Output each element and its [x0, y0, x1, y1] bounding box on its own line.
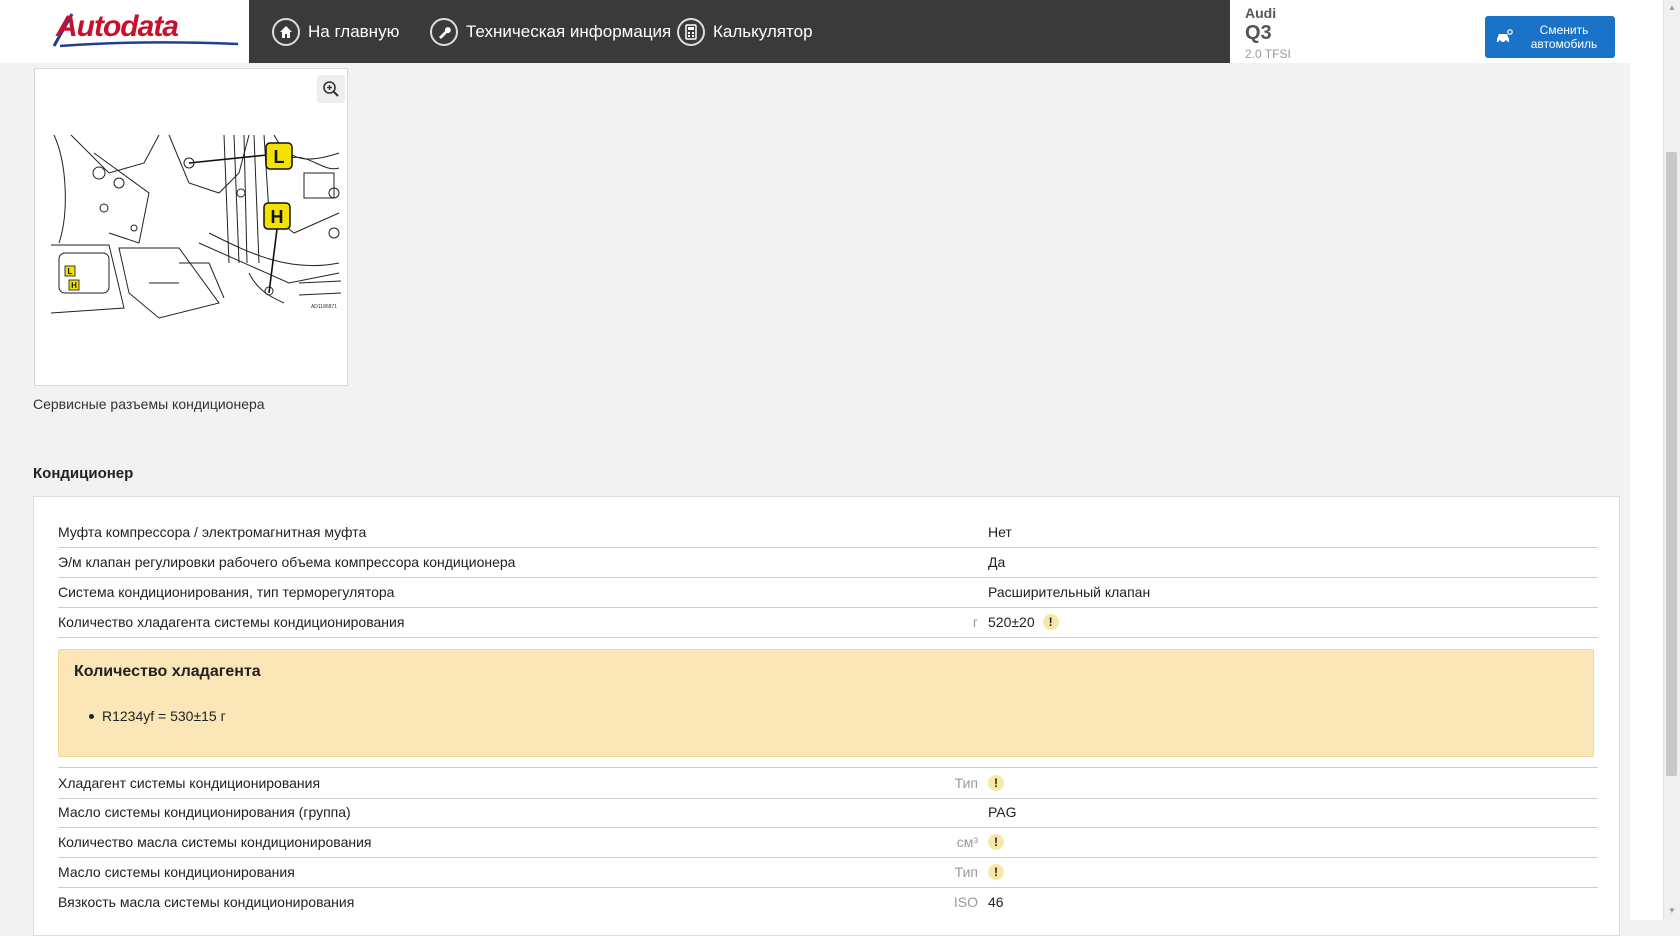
nav-tech-info-label: Техническая информация	[466, 21, 672, 41]
scroll-down-icon[interactable]: ▼	[1667, 906, 1677, 916]
warning-icon[interactable]: !	[988, 864, 1004, 880]
vehicle-engine: 2.0 TFSI	[1245, 47, 1291, 61]
row-unit: Тип	[954, 775, 978, 791]
table-row: Хладагент системы кондиционирования Тип …	[58, 767, 1598, 799]
row-label: Муфта компрессора / электромагнитная муф…	[58, 524, 367, 540]
row-label: Количество хладагента системы кондициони…	[58, 614, 405, 630]
diagram-caption: Сервисные разъемы кондиционера	[33, 396, 265, 412]
row-label: Система кондиционирования, тип терморегу…	[58, 584, 395, 600]
car-icon	[1497, 29, 1513, 44]
warning-icon[interactable]: !	[1042, 614, 1059, 630]
row-unit: см³	[956, 834, 978, 850]
row-value: !	[988, 834, 1004, 850]
row-label: Вязкость масла системы кондиционирования	[58, 894, 355, 910]
row-label: Количество масла системы кондиционирован…	[58, 834, 372, 850]
scroll-thumb[interactable]	[1666, 152, 1677, 776]
warning-icon[interactable]: !	[988, 775, 1004, 791]
scroll-up-icon[interactable]: ▲	[1667, 3, 1677, 13]
row-value: Расширительный клапан	[988, 584, 1151, 600]
row-label: Хладагент системы кондиционирования	[58, 775, 321, 791]
logo-text: Autodata	[56, 10, 179, 43]
warning-icon[interactable]: !	[988, 834, 1004, 850]
ac-service-ports-diagram: L H L H AD1186871	[50, 134, 342, 319]
note-item-text: R1234yf = 530±15 г	[102, 708, 226, 724]
list-item: R1234yf = 530±15 г	[89, 708, 226, 724]
note-title: Количество хладагента	[74, 663, 261, 680]
mini-callout-H-text: H	[71, 281, 77, 290]
callout-L-text: L	[274, 147, 285, 167]
change-vehicle-label: Сменить автомобиль	[1530, 23, 1598, 51]
calculator-icon	[677, 17, 705, 46]
mini-callout-L-text: L	[68, 267, 73, 276]
row-unit: Тип	[954, 864, 978, 880]
nav-home[interactable]: На главную	[272, 0, 399, 63]
nav-tech-info[interactable]: Техническая информация	[430, 0, 671, 63]
callout-H-text: H	[271, 207, 284, 227]
zoom-button[interactable]	[317, 75, 345, 103]
table-row: Количество масла системы кондиционирован…	[58, 827, 1598, 858]
vertical-scrollbar[interactable]: ▲ ▼	[1663, 0, 1680, 920]
vehicle-panel: Audi Q3 2.0 TFSI Сменить автомобиль	[1230, 0, 1630, 63]
row-value: Да	[988, 554, 1006, 570]
table-row: Вязкость масла системы кондиционирования…	[58, 887, 1598, 917]
specs-table: Муфта компрессора / электромагнитная муф…	[33, 496, 1620, 936]
row-value: Нет	[988, 524, 1012, 540]
table-row: Система кондиционирования, тип терморегу…	[58, 577, 1598, 608]
section-title: Кондиционер	[33, 465, 134, 482]
table-row: Масло системы кондиционирования Тип !	[58, 857, 1598, 888]
vehicle-model: Q3	[1245, 22, 1272, 44]
row-label: Масло системы кондиционирования	[58, 864, 295, 880]
row-unit: ISO	[953, 894, 978, 910]
vehicle-make: Audi	[1245, 5, 1277, 21]
table-row: Муфта компрессора / электромагнитная муф…	[58, 517, 1598, 548]
wrench-icon	[430, 17, 458, 46]
row-value: !	[988, 775, 1004, 791]
table-row: Э/м клапан регулировки рабочего объема к…	[58, 547, 1598, 578]
home-icon	[272, 17, 300, 46]
zoom-in-icon	[323, 81, 339, 97]
table-row: Масло системы кондиционирования (группа)…	[58, 797, 1598, 828]
row-value: 46	[988, 894, 1004, 910]
diagram-thumbnail[interactable]: L H L H AD1186871	[34, 68, 348, 386]
row-label: Э/м клапан регулировки рабочего объема к…	[58, 554, 516, 570]
row-value: PAG	[988, 804, 1017, 820]
row-value: 520±20 !	[988, 614, 1059, 630]
nav-calculator[interactable]: Калькулятор	[677, 0, 813, 63]
bullet-icon	[89, 713, 94, 719]
nav-calculator-label: Калькулятор	[713, 21, 813, 41]
row-value: !	[988, 864, 1004, 880]
row-unit: г	[972, 614, 978, 630]
row-label: Масло системы кондиционирования (группа)	[58, 804, 351, 820]
nav-home-label: На главную	[308, 21, 400, 41]
diagram-ref-code: AD1186871	[311, 304, 337, 310]
right-margin	[1630, 0, 1664, 920]
refrigerant-note: Количество хладагента R1234yf = 530±15 г	[58, 649, 1594, 757]
change-vehicle-button[interactable]: Сменить автомобиль	[1485, 16, 1615, 58]
table-row: Количество хладагента системы кондициони…	[58, 607, 1598, 638]
autodata-logo[interactable]: Autodata	[0, 0, 249, 63]
